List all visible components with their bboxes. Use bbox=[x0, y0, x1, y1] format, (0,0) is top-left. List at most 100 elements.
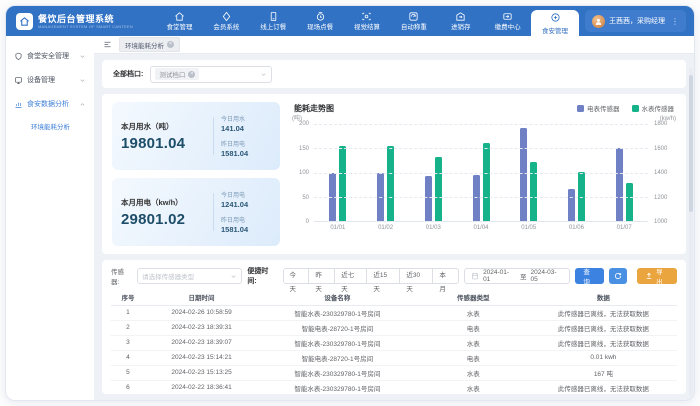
quick-range-this-month[interactable]: 本月 bbox=[432, 268, 459, 284]
table-cell: 2024-02-23 15:13:25 bbox=[145, 365, 258, 380]
table-cell: 3 bbox=[111, 335, 145, 350]
table-cell: 智能电表-28720-1号房间 bbox=[258, 320, 416, 335]
bar-水表传感器[interactable] bbox=[530, 162, 537, 221]
nav-item-inventory[interactable]: 进销存 bbox=[437, 6, 484, 36]
bar-电表传感器[interactable] bbox=[425, 176, 432, 221]
energy-trend-chart: 能耗走势图 电表传感器 水表传感器 (吨) (kw/h) 2001501005 bbox=[292, 102, 676, 246]
sensor-select-placeholder: 请选择传感器类型 bbox=[142, 271, 194, 281]
chevron-down-icon bbox=[79, 77, 86, 84]
nav-item-label: 会员系统 bbox=[213, 24, 239, 31]
table-cell: 2 bbox=[111, 320, 145, 335]
sensor-type-select[interactable]: 请选择传感器类型 bbox=[137, 268, 242, 284]
axis-tick: 1200 bbox=[654, 195, 667, 201]
bar-电表传感器[interactable] bbox=[616, 148, 623, 221]
user-name: 王茜茜，采购经理 bbox=[609, 16, 665, 26]
bar-电表传感器[interactable] bbox=[568, 189, 575, 221]
quick-range-today[interactable]: 今天 bbox=[283, 268, 310, 284]
collapse-sidebar-icon[interactable] bbox=[103, 40, 112, 49]
table-cell: 此传感器已离线，无法获取数据 bbox=[530, 335, 677, 350]
table-header: 设备名称 bbox=[258, 290, 416, 305]
stat-sub-value: 1581.04 bbox=[221, 149, 271, 158]
table-cell: 智能电表-28720-1号房间 bbox=[258, 350, 416, 365]
close-tab-icon[interactable]: × bbox=[167, 41, 174, 48]
table-cell: 167 吨 bbox=[530, 365, 677, 380]
date-start: 2024-01-01 bbox=[483, 269, 516, 283]
table-cell: 6 bbox=[111, 380, 145, 394]
axis-tick: 100 bbox=[299, 170, 309, 176]
table-cell: 智能水表-230329780-1号房间 bbox=[258, 305, 416, 320]
table-row: 52024-02-23 15:13:25智能水表-230329780-1号房间水… bbox=[111, 365, 677, 380]
quick-range-last-15-days[interactable]: 近15天 bbox=[366, 268, 400, 284]
scrollbar-thumb[interactable] bbox=[689, 75, 693, 213]
legend-label: 水表传感器 bbox=[642, 103, 675, 113]
nav-item-label: 视觉结算 bbox=[354, 24, 380, 31]
user-menu[interactable]: 王茜茜，采购经理 ⋮ bbox=[585, 10, 686, 32]
nav-item-auto-weighing[interactable]: 自动称重 bbox=[390, 6, 437, 36]
clear-stall-icon[interactable]: × bbox=[188, 71, 195, 78]
sidebar-subitem-environment-energy-analysis[interactable]: 环境能耗分析 bbox=[6, 116, 94, 136]
sensor-filter-label: 传感器: bbox=[111, 266, 132, 286]
exchange-icon bbox=[455, 11, 466, 22]
nav-item-food-safety-active[interactable]: 食安管理 bbox=[531, 10, 579, 36]
legend-item-电表传感器[interactable]: 电表传感器 bbox=[577, 103, 620, 113]
stall-filter-bar: 全部档口: 测试档口 × bbox=[102, 60, 686, 88]
bar-水表传感器[interactable] bbox=[626, 183, 633, 221]
table-cell: 水表 bbox=[417, 380, 530, 394]
bar-水表传感器[interactable] bbox=[435, 157, 442, 221]
stat-sub-label: 昨日用电 bbox=[221, 139, 271, 148]
bar-水表传感器[interactable] bbox=[339, 146, 346, 221]
table-cell: 5 bbox=[111, 365, 145, 380]
bar-水表传感器[interactable] bbox=[387, 146, 394, 221]
quick-range-last-30-days[interactable]: 近30天 bbox=[399, 268, 433, 284]
export-button-label: 导出 bbox=[656, 266, 669, 286]
export-button[interactable]: 导出 bbox=[637, 268, 677, 284]
date-end: 2024-03-05 bbox=[530, 269, 563, 283]
chart-legend: 电表传感器 水表传感器 bbox=[577, 103, 674, 113]
main-content: 环境能耗分析 × 全部档口: 测试档口 × bbox=[94, 36, 694, 400]
search-button[interactable]: 查询 bbox=[575, 268, 604, 284]
open-tab[interactable]: 环境能耗分析 × bbox=[119, 37, 180, 52]
date-range-picker[interactable]: 2024-01-01 至 2024-03-05 bbox=[464, 268, 570, 284]
analysis-icon bbox=[14, 100, 23, 109]
refresh-button[interactable] bbox=[609, 268, 627, 284]
quick-range-last-7-days[interactable]: 近七天 bbox=[334, 268, 367, 284]
stat-value: 19801.04 bbox=[121, 135, 206, 152]
legend-item-水表传感器[interactable]: 水表传感器 bbox=[632, 103, 675, 113]
upload-icon bbox=[645, 272, 653, 280]
date-separator: 至 bbox=[520, 271, 527, 281]
stall-select[interactable]: 测试档口 × bbox=[150, 66, 272, 83]
gridline bbox=[314, 173, 648, 174]
stat-cards: 本月用水（吨） 19801.04 今日用水 141.04 昨日用电 1581.0… bbox=[112, 102, 280, 246]
axis-tick: 150 bbox=[299, 146, 309, 152]
bar-电表传感器[interactable] bbox=[473, 175, 480, 221]
table-cell: 此传感器已离线，无法获取数据 bbox=[530, 380, 677, 394]
stat-sub-value: 1581.04 bbox=[221, 225, 271, 234]
nav-item-canteen-management[interactable]: 食堂管理 bbox=[156, 6, 203, 36]
table-row: 32024-02-23 18:39:07智能水表-230329780-1号房间水… bbox=[111, 335, 677, 350]
nav-item-online-ordering[interactable]: 线上订餐 bbox=[250, 6, 297, 36]
nav-item-onsite-ordering[interactable]: 现场点餐 bbox=[297, 6, 344, 36]
app-window: 餐饮后台管理系统 MANAGEMENT SYSTEM OF SMART CANT… bbox=[5, 5, 695, 401]
legend-swatch bbox=[632, 105, 639, 112]
sidebar-item-canteen-safety-management[interactable]: 食堂安全管理 bbox=[6, 44, 94, 68]
axis-tick: 50 bbox=[302, 195, 309, 201]
table-cell: 智能水表-230329780-1号房间 bbox=[258, 380, 416, 394]
scrollbar[interactable] bbox=[689, 68, 693, 396]
nav-item-member-system[interactable]: 会员系统 bbox=[203, 6, 250, 36]
sidebar-item-food-safety-data-analysis[interactable]: 食安数据分析 bbox=[6, 92, 94, 116]
quick-range-yesterday[interactable]: 昨天 bbox=[308, 268, 335, 284]
nav-item-payment-center[interactable]: 缴费中心 bbox=[484, 6, 531, 36]
table-cell: 1 bbox=[111, 305, 145, 320]
stat-sub-value: 1241.04 bbox=[221, 200, 271, 209]
sidebar-subitem-label: 环境能耗分析 bbox=[31, 121, 70, 131]
bar-水表传感器[interactable] bbox=[483, 143, 490, 221]
gridline bbox=[314, 148, 648, 149]
table-cell: 此传感器已离线，无法获取数据 bbox=[530, 320, 677, 335]
sidebar-item-device-management[interactable]: 设备管理 bbox=[6, 68, 94, 92]
nav-item-visual-checkout[interactable]: 视觉结算 bbox=[344, 6, 391, 36]
bar-电表传感器[interactable] bbox=[520, 128, 527, 221]
tablet-icon bbox=[268, 11, 279, 22]
sensor-data-panel: 传感器: 请选择传感器类型 便捷时间: 今天昨天近七天近15天近30天本月 20… bbox=[102, 260, 686, 394]
more-menu-icon[interactable]: ⋮ bbox=[671, 17, 679, 26]
eye-icon bbox=[361, 11, 372, 22]
